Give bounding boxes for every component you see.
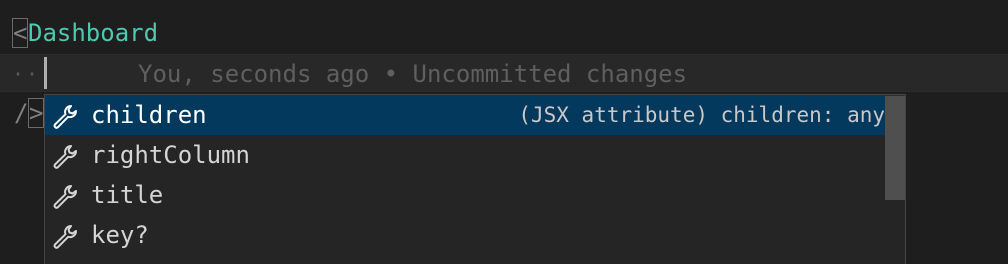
wrench-icon [53,225,78,249]
component-tag-name: Dashboard [28,19,159,47]
suggestion-label: title [91,181,164,209]
close-tag-bracket: > [28,98,44,128]
suggestion-item-key[interactable]: key? [45,215,905,255]
suggestion-label: rightColumn [91,141,250,169]
wrench-icon [53,185,78,209]
open-tag-bracket: < [12,18,28,48]
text-cursor [44,57,47,89]
git-blame-annotation: You, seconds ago • Uncommitted changes [138,60,688,88]
suggestion-label: key? [91,221,149,249]
indent-guide-dots: ·· [12,62,41,86]
code-line-2-current[interactable]: ·· You, seconds ago • Uncommitted change… [0,54,1008,92]
wrench-icon [53,105,78,129]
suggestion-widget[interactable]: children (JSX attribute) children: any r… [44,94,906,264]
closing-slash: / [14,99,29,127]
suggestion-label: children [91,101,207,129]
code-line-1[interactable]: < Dashboard [0,14,1008,52]
wrench-icon [53,145,78,169]
suggestion-item-rightcolumn[interactable]: rightColumn [45,135,905,175]
suggestion-scrollbar[interactable] [885,96,905,200]
suggestion-item-children[interactable]: children (JSX attribute) children: any [45,95,905,135]
code-editor[interactable]: < Dashboard ·· You, seconds ago • Uncomm… [0,0,1008,264]
suggestion-detail: (JSX attribute) children: any [518,103,885,127]
suggestion-item-title[interactable]: title [45,175,905,215]
